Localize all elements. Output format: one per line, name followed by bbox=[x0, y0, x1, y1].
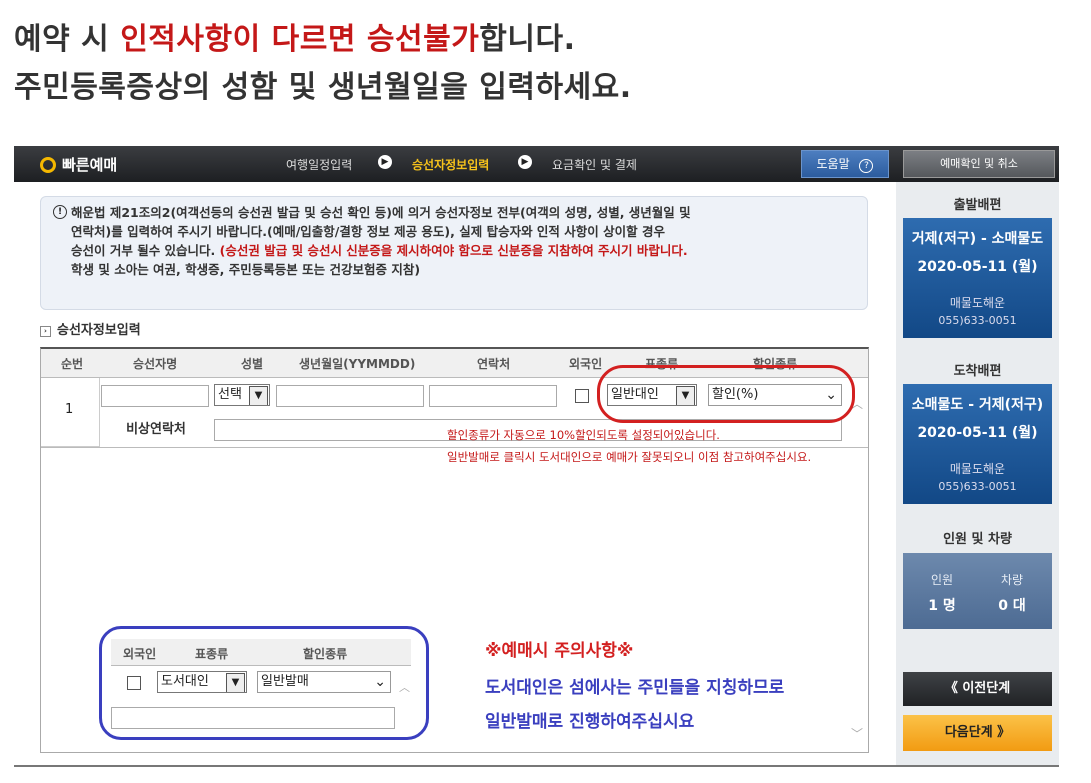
arrival-title: 도착배편 bbox=[953, 364, 1002, 379]
section-title: › 승선자정보입력 bbox=[40, 319, 141, 338]
pax-label: 인원 bbox=[930, 573, 954, 587]
pax-title: 인원 및 차량 bbox=[943, 532, 1012, 547]
step-passenger-info[interactable]: 승선자정보입력 bbox=[412, 156, 489, 173]
caution-line-2: 일반발매로 진행하여주십시요 bbox=[485, 712, 695, 732]
help-label: 도움말 bbox=[816, 157, 850, 171]
car-value: 0 대 bbox=[998, 598, 1026, 614]
notice-line-3: 승선이 거부 될수 있습니다. (승선권 발급 및 승선시 신분증을 제시하여야… bbox=[71, 241, 688, 260]
birthdate-input[interactable] bbox=[276, 385, 424, 407]
help-button[interactable]: 도움말 ? bbox=[801, 150, 889, 178]
sidebar: 출발배편 거제(저구) - 소매물도 2020-05-11 (월) 매물도해운 … bbox=[896, 182, 1059, 767]
section-title-text: 승선자정보입력 bbox=[57, 323, 141, 338]
car-label: 차량 bbox=[1000, 573, 1024, 587]
th-phone: 연락처 bbox=[477, 357, 511, 371]
headline-line2: 주민등록증상의 성함 및 생년월일을 입력하세요. bbox=[14, 70, 632, 105]
step-schedule[interactable]: 여행일정입력 bbox=[286, 156, 352, 173]
phone-input[interactable] bbox=[429, 385, 557, 407]
table-row-number-cell: 1 bbox=[41, 378, 100, 447]
arrival-card[interactable]: 소매물도 - 거제(저구) 2020-05-11 (월) 매물도해운 055)6… bbox=[903, 384, 1052, 504]
departure-company: 매물도해운 bbox=[949, 296, 1006, 310]
reservation-confirm-button[interactable]: 예매확인 및 취소 bbox=[903, 150, 1055, 178]
passenger-name-input[interactable] bbox=[101, 385, 209, 407]
gender-select-value: 선택 bbox=[218, 387, 242, 402]
caution-line-1: 도서대인은 섬에사는 주민들을 지칭하므로 bbox=[485, 678, 785, 698]
arrival-phone: 055)633-0051 bbox=[938, 480, 1017, 493]
row-number: 1 bbox=[65, 402, 74, 417]
notice-line-4: 학생 및 소아는 여권, 학생증, 주민등록등본 또는 건강보험증 지참) bbox=[71, 262, 421, 277]
departure-title: 출발배편 bbox=[953, 198, 1002, 213]
info-icon: ! bbox=[53, 205, 67, 219]
chevron-right-icon: › bbox=[40, 326, 51, 337]
arrival-company: 매물도해운 bbox=[949, 462, 1006, 476]
headline-red: 인적사항이 다르면 승선불가 bbox=[120, 22, 480, 57]
step-payment[interactable]: 요금확인 및 결제 bbox=[552, 156, 637, 173]
departure-date: 2020-05-11 (월) bbox=[917, 259, 1038, 275]
scroll-down-icon[interactable]: ﹀ bbox=[851, 725, 863, 742]
step-arrow-icon: ▶ bbox=[378, 155, 392, 169]
notice-box: ! 해운법 제21조의2(여객선등의 승선권 발급 및 승선 확인 등)에 의거… bbox=[40, 196, 868, 310]
headline-pre: 예약 시 bbox=[14, 22, 121, 57]
discount-warning-1: 할인종류가 자동으로 10%할인되도록 설정되어있습니다. bbox=[447, 428, 720, 442]
row-divider bbox=[41, 447, 868, 448]
departure-route: 거제(저구) - 소매물도 bbox=[911, 231, 1044, 247]
gender-select[interactable]: 선택 ▼ bbox=[214, 384, 270, 406]
notice-line-1: 해운법 제21조의2(여객선등의 승선권 발급 및 승선 확인 등)에 의거 승… bbox=[71, 205, 691, 220]
th-no: 순번 bbox=[61, 357, 84, 371]
th-foreigner: 외국인 bbox=[569, 357, 603, 371]
passenger-table: 순번 승선자명 성별 생년월일(YYMMDD) 연락처 외국인 표종류 할인종류… bbox=[40, 347, 869, 753]
prev-step-button[interactable]: 《 이전단계 bbox=[903, 672, 1052, 706]
th-birth: 생년월일(YYMMDD) bbox=[299, 357, 416, 371]
discount-warning-2: 일반발매로 클릭시 도서대인으로 예매가 잘못되오니 이점 참고하여주십시요. bbox=[447, 450, 812, 464]
red-highlight-ellipse bbox=[597, 365, 855, 423]
pax-value: 1 명 bbox=[928, 598, 956, 614]
brand-title: 빠른예매 bbox=[62, 156, 118, 174]
th-gender: 성별 bbox=[241, 357, 264, 371]
departure-phone: 055)633-0051 bbox=[938, 314, 1017, 327]
headline-line1: 예약 시 인적사항이 다르면 승선불가합니다. bbox=[14, 14, 576, 58]
chevron-down-icon: ▼ bbox=[249, 386, 268, 405]
notice-line-2: 연락처)를 입력하여 주시기 바랍니다.(예매/입출항/결항 정보 제공 용도)… bbox=[71, 224, 665, 239]
bottom-divider bbox=[14, 765, 1059, 767]
emergency-contact-label: 비상연락처 bbox=[126, 422, 186, 437]
departure-card[interactable]: 거제(저구) - 소매물도 2020-05-11 (월) 매물도해운 055)6… bbox=[903, 218, 1052, 338]
step-arrow-icon: ▶ bbox=[518, 155, 532, 169]
notice-line-3a: 승선이 거부 될수 있습니다. bbox=[71, 243, 216, 258]
top-nav-bar: 빠른예매 여행일정입력 ▶ 승선자정보입력 ▶ 요금확인 및 결제 도움말 ? … bbox=[14, 146, 1059, 182]
th-name: 승선자명 bbox=[133, 357, 178, 371]
notice-line-3-red: (승선권 발급 및 승선시 신분증을 제시하여야 함으로 신분증을 지참하여 주… bbox=[219, 243, 688, 258]
blue-highlight-ellipse bbox=[99, 626, 429, 740]
next-step-button[interactable]: 다음단계 》 bbox=[903, 715, 1052, 751]
main-panel: ! 해운법 제21조의2(여객선등의 승선권 발급 및 승선 확인 등)에 의거… bbox=[14, 182, 886, 767]
foreigner-checkbox[interactable] bbox=[575, 389, 589, 403]
question-icon: ? bbox=[859, 159, 874, 173]
arrival-route: 소매물도 - 거제(저구) bbox=[911, 397, 1044, 413]
caution-title: ※예매시 주의사항※ bbox=[485, 641, 634, 661]
arrival-date: 2020-05-11 (월) bbox=[917, 425, 1038, 441]
headline-post: 합니다. bbox=[479, 22, 576, 57]
pax-card: 인원 차량 1 명 0 대 bbox=[903, 553, 1052, 629]
